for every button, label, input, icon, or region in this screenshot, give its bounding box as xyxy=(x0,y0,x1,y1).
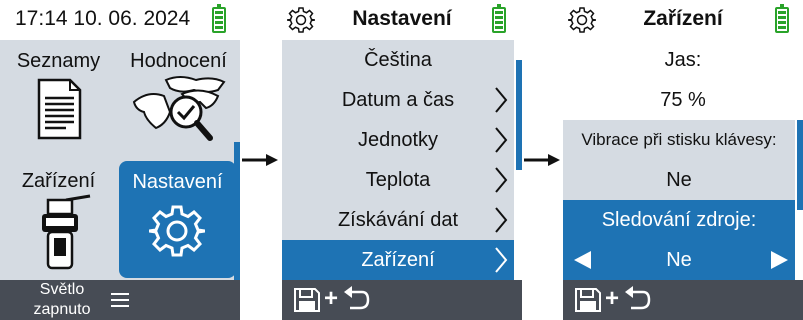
document-list-icon xyxy=(37,78,82,140)
vibration-value: Ne xyxy=(666,169,692,191)
scrollbar[interactable] xyxy=(797,120,803,210)
home-screen: 17:14 10. 06. 2024 Seznamy Hodnocení Zař… xyxy=(0,0,240,320)
battery-icon xyxy=(775,4,789,33)
light-label: Světlo xyxy=(39,281,85,298)
back-arrow-icon[interactable] xyxy=(342,286,370,312)
settings-screen: Nastavení Čeština Datum a čas Jednotky T… xyxy=(282,0,522,320)
clock: 17:14 10. 06. 2024 xyxy=(15,7,191,30)
vibration-setting[interactable]: Vibrace při stisku klávesy: Ne xyxy=(563,120,795,200)
home-grid: Seznamy Hodnocení Zařízení Nastavení xyxy=(0,40,240,280)
arrow-right-icon xyxy=(242,154,278,166)
back-arrow-icon[interactable] xyxy=(623,286,651,312)
tile-nastaveni[interactable]: Nastavení xyxy=(119,161,236,278)
status-bar: 17:14 10. 06. 2024 xyxy=(0,0,240,40)
chevron-right-icon xyxy=(495,87,508,113)
tile-label: Zařízení xyxy=(21,170,96,192)
list-item-ziskavani-dat[interactable]: Získávání dat xyxy=(282,200,514,240)
plus-icon: + xyxy=(605,285,620,312)
tile-zarizeni[interactable]: Zařízení xyxy=(0,160,117,277)
tile-seznamy[interactable]: Seznamy xyxy=(0,40,117,157)
status-bar: Zařízení xyxy=(563,0,803,40)
source-monitoring-setting[interactable]: Sledování zdroje: Ne xyxy=(563,200,795,280)
page-title: Zařízení xyxy=(643,7,723,30)
bottom-bar: + xyxy=(282,280,522,320)
list-item-label: Zařízení xyxy=(361,249,435,271)
tile-hodnoceni[interactable]: Hodnocení xyxy=(120,40,237,157)
battery-icon xyxy=(212,4,226,33)
save-icon[interactable] xyxy=(294,288,320,312)
light-state: zapnuto xyxy=(33,301,91,318)
brightness-label: Jas: xyxy=(664,49,702,71)
chevron-right-icon xyxy=(495,247,508,273)
tile-label: Hodnocení xyxy=(130,50,227,72)
list-item-cestina[interactable]: Čeština xyxy=(282,40,514,80)
battery-icon xyxy=(492,4,506,33)
page-title: Nastavení xyxy=(352,7,452,30)
plus-icon: + xyxy=(324,285,339,312)
scrollbar[interactable] xyxy=(234,142,240,280)
bottom-bar: Světlo zapnuto xyxy=(0,280,240,320)
tile-label: Seznamy xyxy=(16,50,101,72)
arrow-left-icon[interactable] xyxy=(573,250,591,270)
list-item-label: Čeština xyxy=(364,49,432,71)
menu-icon[interactable] xyxy=(110,290,130,310)
status-bar: Nastavení xyxy=(282,0,522,40)
scrollbar[interactable] xyxy=(516,60,522,170)
source-label: Sledování zdroje: xyxy=(601,209,757,231)
list-item-datum-a-cas[interactable]: Datum a čas xyxy=(282,80,514,120)
brightness-value: 75 % xyxy=(660,89,706,111)
list-item-zarizeni[interactable]: Zařízení xyxy=(282,240,514,280)
vibration-label: Vibrace při stisku klávesy: xyxy=(581,130,777,149)
list-item-jednotky[interactable]: Jednotky xyxy=(282,120,514,160)
device-screen: Zařízení Jas: 75 % Vibrace při stisku kl… xyxy=(563,0,803,320)
list-item-label: Získávání dat xyxy=(337,209,459,231)
cows-check-icon xyxy=(132,76,226,141)
chevron-right-icon xyxy=(495,167,508,193)
source-value: Ne xyxy=(666,249,692,271)
bottom-bar: + xyxy=(563,280,803,320)
handheld-device-icon xyxy=(42,194,91,270)
chevron-right-icon xyxy=(495,207,508,233)
gear-icon xyxy=(149,205,205,257)
save-icon[interactable] xyxy=(575,288,601,312)
light-status[interactable]: Světlo zapnuto xyxy=(22,280,102,320)
settings-list: Čeština Datum a čas Jednotky Teplota Zís… xyxy=(282,40,514,280)
list-item-label: Jednotky xyxy=(357,129,439,151)
arrow-right-icon xyxy=(524,154,560,166)
list-item-teplota[interactable]: Teplota xyxy=(282,160,514,200)
arrow-right-icon[interactable] xyxy=(771,250,789,270)
tile-label: Nastavení xyxy=(132,171,223,193)
list-item-label: Datum a čas xyxy=(341,89,455,111)
brightness-setting[interactable]: Jas: 75 % xyxy=(563,40,803,120)
chevron-right-icon xyxy=(495,127,508,153)
list-item-label: Teplota xyxy=(365,169,431,191)
